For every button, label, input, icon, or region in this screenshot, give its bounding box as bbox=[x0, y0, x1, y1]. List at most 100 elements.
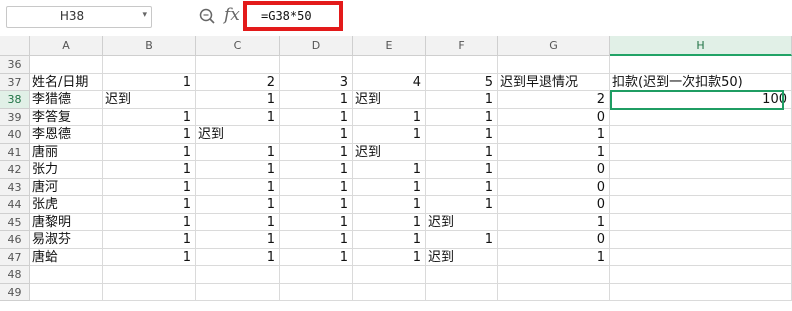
cell-b42[interactable]: 1 bbox=[103, 161, 196, 179]
cell-e43[interactable]: 1 bbox=[353, 178, 426, 196]
cell-c43[interactable]: 1 bbox=[196, 178, 280, 196]
cell-a39[interactable]: 李答复 bbox=[30, 108, 103, 126]
row-header-48[interactable]: 48 bbox=[0, 266, 30, 284]
cell-a38[interactable]: 李猎德 bbox=[30, 91, 103, 109]
row-header-47[interactable]: 47 bbox=[0, 248, 30, 266]
cell-h37[interactable]: 扣款(迟到一次扣款50) bbox=[610, 73, 792, 91]
cell-b37[interactable]: 1 bbox=[103, 73, 196, 91]
cell-f49[interactable] bbox=[426, 283, 498, 301]
cell-c45[interactable]: 1 bbox=[196, 213, 280, 231]
cell-c38[interactable]: 1 bbox=[196, 91, 280, 109]
row-header-41[interactable]: 41 bbox=[0, 143, 30, 161]
cell-g43[interactable]: 0 bbox=[498, 178, 610, 196]
column-header-c[interactable]: C bbox=[196, 36, 280, 56]
cell-e39[interactable]: 1 bbox=[353, 108, 426, 126]
cell-a42[interactable]: 张力 bbox=[30, 161, 103, 179]
cell-a48[interactable] bbox=[30, 266, 103, 284]
cell-f40[interactable]: 1 bbox=[426, 126, 498, 144]
cell-a41[interactable]: 唐丽 bbox=[30, 143, 103, 161]
cell-d44[interactable]: 1 bbox=[280, 196, 353, 214]
cell-f36[interactable] bbox=[426, 56, 498, 74]
column-header-d[interactable]: D bbox=[280, 36, 353, 56]
column-header-a[interactable]: A bbox=[30, 36, 103, 56]
cell-e49[interactable] bbox=[353, 283, 426, 301]
cell-g39[interactable]: 0 bbox=[498, 108, 610, 126]
cell-f46[interactable]: 1 bbox=[426, 231, 498, 249]
cell-d41[interactable]: 1 bbox=[280, 143, 353, 161]
cell-f38[interactable]: 1 bbox=[426, 91, 498, 109]
cell-f39[interactable]: 1 bbox=[426, 108, 498, 126]
cell-g36[interactable] bbox=[498, 56, 610, 74]
cell-a44[interactable]: 张虎 bbox=[30, 196, 103, 214]
cell-f41[interactable]: 1 bbox=[426, 143, 498, 161]
cell-c42[interactable]: 1 bbox=[196, 161, 280, 179]
cell-a45[interactable]: 唐黎明 bbox=[30, 213, 103, 231]
row-header-49[interactable]: 49 bbox=[0, 283, 30, 301]
cell-b44[interactable]: 1 bbox=[103, 196, 196, 214]
cell-g41[interactable]: 1 bbox=[498, 143, 610, 161]
column-header-f[interactable]: F bbox=[426, 36, 498, 56]
cell-c44[interactable]: 1 bbox=[196, 196, 280, 214]
cell-f37[interactable]: 5 bbox=[426, 73, 498, 91]
cell-h47[interactable] bbox=[610, 248, 792, 266]
row-header-40[interactable]: 40 bbox=[0, 126, 30, 144]
cell-h49[interactable] bbox=[610, 283, 792, 301]
cell-d40[interactable]: 1 bbox=[280, 126, 353, 144]
name-box[interactable]: H38 ▾ bbox=[6, 6, 152, 28]
cell-f44[interactable]: 1 bbox=[426, 196, 498, 214]
cell-e41[interactable]: 迟到 bbox=[353, 143, 426, 161]
cell-b38[interactable]: 迟到 bbox=[103, 91, 196, 109]
cell-g44[interactable]: 0 bbox=[498, 196, 610, 214]
cell-h40[interactable] bbox=[610, 126, 792, 144]
cell-a37[interactable]: 姓名/日期 bbox=[30, 73, 103, 91]
cell-e44[interactable]: 1 bbox=[353, 196, 426, 214]
cell-e48[interactable] bbox=[353, 266, 426, 284]
row-header-39[interactable]: 39 bbox=[0, 108, 30, 126]
cell-c36[interactable] bbox=[196, 56, 280, 74]
cell-e45[interactable]: 1 bbox=[353, 213, 426, 231]
cell-h45[interactable] bbox=[610, 213, 792, 231]
cell-a47[interactable]: 唐蛤 bbox=[30, 248, 103, 266]
cell-h48[interactable] bbox=[610, 266, 792, 284]
cell-e40[interactable]: 1 bbox=[353, 126, 426, 144]
cell-g45[interactable]: 1 bbox=[498, 213, 610, 231]
cell-e46[interactable]: 1 bbox=[353, 231, 426, 249]
cell-f48[interactable] bbox=[426, 266, 498, 284]
cell-h42[interactable] bbox=[610, 161, 792, 179]
cell-g40[interactable]: 1 bbox=[498, 126, 610, 144]
column-header-g[interactable]: G bbox=[498, 36, 610, 56]
fx-icon[interactable]: fx bbox=[224, 5, 240, 25]
row-header-46[interactable]: 46 bbox=[0, 231, 30, 249]
cell-d46[interactable]: 1 bbox=[280, 231, 353, 249]
cell-b43[interactable]: 1 bbox=[103, 178, 196, 196]
cell-h36[interactable] bbox=[610, 56, 792, 74]
cell-g49[interactable] bbox=[498, 283, 610, 301]
cell-f47[interactable]: 迟到 bbox=[426, 248, 498, 266]
cell-b49[interactable] bbox=[103, 283, 196, 301]
cell-b36[interactable] bbox=[103, 56, 196, 74]
cell-e37[interactable]: 4 bbox=[353, 73, 426, 91]
magnifier-icon[interactable] bbox=[198, 7, 216, 25]
cell-d36[interactable] bbox=[280, 56, 353, 74]
row-header-44[interactable]: 44 bbox=[0, 196, 30, 214]
row-header-45[interactable]: 45 bbox=[0, 213, 30, 231]
cell-g46[interactable]: 0 bbox=[498, 231, 610, 249]
cell-d38[interactable]: 1 bbox=[280, 91, 353, 109]
cell-h44[interactable] bbox=[610, 196, 792, 214]
cell-d39[interactable]: 1 bbox=[280, 108, 353, 126]
cell-d37[interactable]: 3 bbox=[280, 73, 353, 91]
caret-down-icon[interactable]: ▾ bbox=[142, 10, 147, 20]
cell-b48[interactable] bbox=[103, 266, 196, 284]
cell-d42[interactable]: 1 bbox=[280, 161, 353, 179]
cell-b45[interactable]: 1 bbox=[103, 213, 196, 231]
cell-c46[interactable]: 1 bbox=[196, 231, 280, 249]
cell-f43[interactable]: 1 bbox=[426, 178, 498, 196]
row-header-42[interactable]: 42 bbox=[0, 161, 30, 179]
row-header-43[interactable]: 43 bbox=[0, 178, 30, 196]
cell-c41[interactable]: 1 bbox=[196, 143, 280, 161]
cell-e36[interactable] bbox=[353, 56, 426, 74]
column-header-b[interactable]: B bbox=[103, 36, 196, 56]
cell-g37[interactable]: 迟到早退情况 bbox=[498, 73, 610, 91]
formula-input[interactable]: =G38*50 bbox=[243, 1, 343, 31]
cell-a49[interactable] bbox=[30, 283, 103, 301]
